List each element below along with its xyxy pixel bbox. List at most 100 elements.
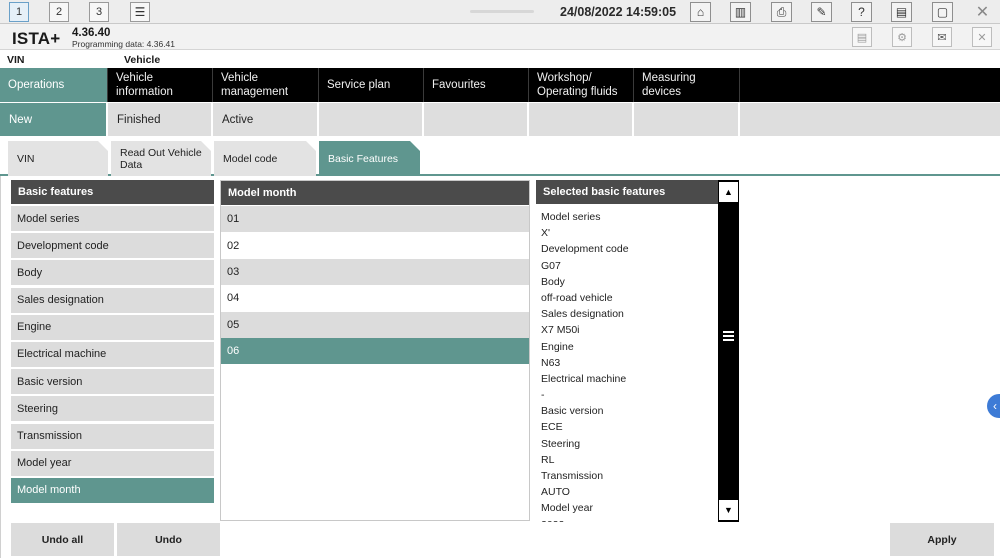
basic-features-header: Basic features: [11, 180, 214, 204]
split-screen-icon[interactable]: ▥: [730, 2, 751, 22]
scroll-up-icon[interactable]: ▲: [719, 182, 738, 202]
subnav-active[interactable]: Active: [213, 103, 319, 136]
selected-feature-line: Electrical machine: [541, 372, 627, 385]
datetime-display: 24/08/2022 14:59:05: [560, 5, 677, 19]
selected-features-header: Selected basic features: [536, 180, 718, 204]
tab-vin[interactable]: VIN: [8, 141, 108, 176]
selected-feature-line: G07: [541, 259, 561, 272]
selected-feature-line: Model year: [541, 502, 593, 515]
feature-electrical-machine[interactable]: Electrical machine: [11, 341, 214, 367]
app-name: ISTA+: [12, 29, 61, 48]
selected-feature-line: RL: [541, 453, 555, 466]
subnav-empty-3: [529, 103, 634, 136]
tab-read-out-vehicle-data[interactable]: Read Out Vehicle Data: [111, 141, 211, 176]
activity-indicator: [470, 10, 534, 13]
selected-feature-line: ECE: [541, 421, 563, 434]
nav-favourites[interactable]: Favourites: [424, 68, 529, 102]
nav-vehicle-management[interactable]: Vehicle management: [213, 68, 319, 102]
list-icon[interactable]: ☰: [130, 2, 150, 22]
selected-feature-line: -: [541, 389, 545, 402]
title-bar: ISTA+ 4.36.40 Programming data: 4.36.41 …: [0, 24, 1000, 50]
top-toolbar: 1 2 3 ☰ 24/08/2022 14:59:05 ⌂ ▥ ⎙ ✎ ? ▤ …: [0, 0, 1000, 24]
sub-nav: New Finished Active: [0, 103, 1000, 136]
model-month-header: Model month: [221, 181, 529, 205]
subnav-empty-2: [424, 103, 529, 136]
home-icon[interactable]: ⌂: [690, 2, 711, 22]
subnav-empty-4: [634, 103, 740, 136]
side-panel-toggle-icon[interactable]: ‹: [987, 394, 1000, 418]
window-3-button[interactable]: 3: [89, 2, 109, 22]
nav-vehicle-information[interactable]: Vehicle information: [108, 68, 213, 102]
feature-engine[interactable]: Engine: [11, 314, 214, 340]
programming-data: Programming data: 4.36.41: [72, 39, 176, 49]
selected-feature-line: AUTO: [541, 486, 570, 499]
vin-label: VIN: [7, 54, 25, 66]
feature-sales-designation[interactable]: Sales designation: [11, 287, 214, 313]
selected-feature-line: N63: [541, 356, 561, 369]
document-icon[interactable]: ▤: [852, 27, 872, 47]
scroll-down-icon[interactable]: ▼: [719, 500, 738, 520]
window-1-button[interactable]: 1: [9, 2, 29, 22]
model-month-list: 01 02 03 04 05 06: [221, 206, 529, 365]
feature-model-year[interactable]: Model year: [11, 450, 214, 476]
content-area: Basic features Model series Development …: [0, 176, 1000, 558]
selected-feature-line: X': [541, 227, 551, 240]
selected-feature-line: 2022: [541, 519, 719, 522]
vehicle-label: Vehicle: [124, 54, 161, 66]
subnav-empty-5: [740, 103, 1000, 136]
apply-button[interactable]: Apply: [890, 523, 994, 556]
wrench-icon[interactable]: ✎: [811, 2, 832, 22]
month-option-02[interactable]: 02: [221, 232, 529, 259]
restore-window-icon[interactable]: ▢: [932, 2, 953, 22]
feature-transmission[interactable]: Transmission: [11, 423, 214, 449]
feature-basic-version[interactable]: Basic version: [11, 369, 214, 395]
selected-feature-line: off-road vehicle: [541, 291, 613, 304]
printer-icon[interactable]: ⎙: [771, 2, 792, 22]
selected-feature-line: X7 M50i: [541, 324, 580, 337]
month-option-01[interactable]: 01: [221, 206, 529, 233]
main-nav: Operations Vehicle information Vehicle m…: [0, 68, 1000, 102]
selected-feature-line: Steering: [541, 437, 581, 450]
selected-feature-line: Basic version: [541, 405, 604, 418]
mail-icon[interactable]: ✉: [932, 27, 952, 47]
selected-feature-line: Development code: [541, 243, 629, 256]
nav-workshop-operating-fluids[interactable]: Workshop/ Operating fluids: [529, 68, 634, 102]
selected-feature-line: Engine: [541, 340, 574, 353]
undo-button[interactable]: Undo: [117, 523, 220, 556]
gear-icon[interactable]: ⚙: [892, 27, 912, 47]
help-icon[interactable]: ?: [851, 2, 872, 22]
basic-features-list: Model series Development code Body Sales…: [11, 206, 214, 505]
tab-row: VIN Read Out Vehicle Data Model code Bas…: [0, 138, 1000, 176]
app-version: 4.36.40: [72, 27, 111, 39]
close-session-icon[interactable]: ✕: [972, 27, 992, 47]
nav-operations[interactable]: Operations: [0, 68, 108, 102]
nav-service-plan[interactable]: Service plan: [319, 68, 424, 102]
scroll-thumb[interactable]: [723, 331, 734, 341]
subnav-finished[interactable]: Finished: [108, 103, 213, 136]
dropdown-window-icon[interactable]: ▤: [891, 2, 912, 22]
selected-feature-line: Body: [541, 275, 565, 288]
feature-body[interactable]: Body: [11, 260, 214, 286]
month-option-06[interactable]: 06: [221, 337, 529, 365]
selected-feature-line: Model series: [541, 211, 601, 223]
selected-features-scrollbar[interactable]: ▲ ▼: [718, 180, 739, 522]
model-month-panel: Model month 01 02 03 04 05 06: [220, 180, 530, 521]
subnav-new[interactable]: New: [0, 103, 108, 136]
feature-steering[interactable]: Steering: [11, 396, 214, 422]
selected-features-list: Model series X' Development code G07 Bod…: [541, 211, 719, 522]
month-option-05[interactable]: 05: [221, 311, 529, 338]
feature-model-series[interactable]: Model series: [11, 206, 214, 231]
close-icon[interactable]: ✕: [972, 2, 993, 22]
nav-measuring-devices[interactable]: Measuring devices: [634, 68, 740, 102]
undo-all-button[interactable]: Undo all: [11, 523, 114, 556]
feature-development-code[interactable]: Development code: [11, 233, 214, 259]
window-2-button[interactable]: 2: [49, 2, 69, 22]
subnav-empty-1: [319, 103, 424, 136]
month-option-03[interactable]: 03: [221, 258, 529, 286]
selected-feature-line: Sales designation: [541, 308, 624, 321]
month-option-04[interactable]: 04: [221, 285, 529, 312]
tab-model-code[interactable]: Model code: [214, 141, 316, 176]
feature-model-month[interactable]: Model month: [11, 477, 214, 503]
vehicle-info-row: VIN Vehicle: [0, 51, 1000, 68]
tab-basic-features[interactable]: Basic Features: [319, 141, 420, 176]
